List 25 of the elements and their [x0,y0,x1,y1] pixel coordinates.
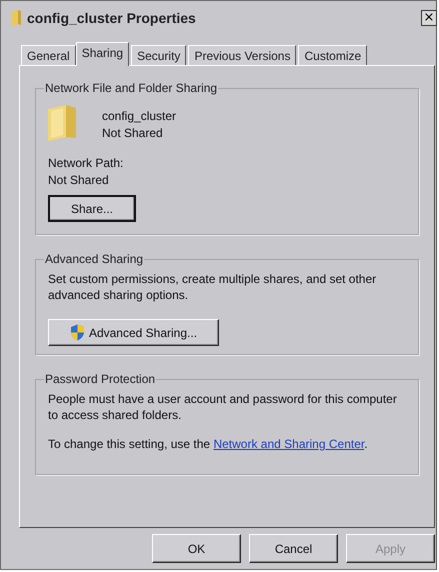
folder-icon [48,105,76,141]
network-path: Not Shared [48,172,110,189]
dialog-button[interactable]: Cancel [249,534,338,563]
close-button[interactable]: × [421,10,437,26]
folder-icon [11,10,21,26]
tab[interactable]: Sharing [76,42,130,66]
network-center-link[interactable]: Network and Sharing Center [213,437,364,451]
window-title: config_cluster Properties [27,10,196,26]
group-heading: Advanced Sharing [44,252,144,266]
network-path-label: Network Path: [48,155,124,172]
instruction-text: To change this setting, use the Network and Sharing Center. [48,436,369,452]
share-button[interactable]: Share... [48,195,136,222]
shield-icon [70,324,85,341]
tab[interactable]: General [21,45,76,65]
tab[interactable]: Security [131,45,186,65]
group-heading: Password Protection [44,372,156,386]
description-text: Set custom permissions, create multiple shares, and set other advanced sharing options. [48,271,378,303]
share-status: Not Shared [102,126,164,140]
advanced-sharing-button[interactable]: Advanced Sharing... [48,319,219,346]
folder-name: config_cluster [102,109,176,123]
group-heading: Network File and Folder Sharing [44,81,218,95]
tab[interactable]: Previous Versions [188,45,296,65]
description-text: People must have a user account and password for this computer to access shared folders. [48,391,398,423]
tab[interactable]: Customize [298,45,368,65]
dialog-button[interactable]: OK [152,534,241,563]
